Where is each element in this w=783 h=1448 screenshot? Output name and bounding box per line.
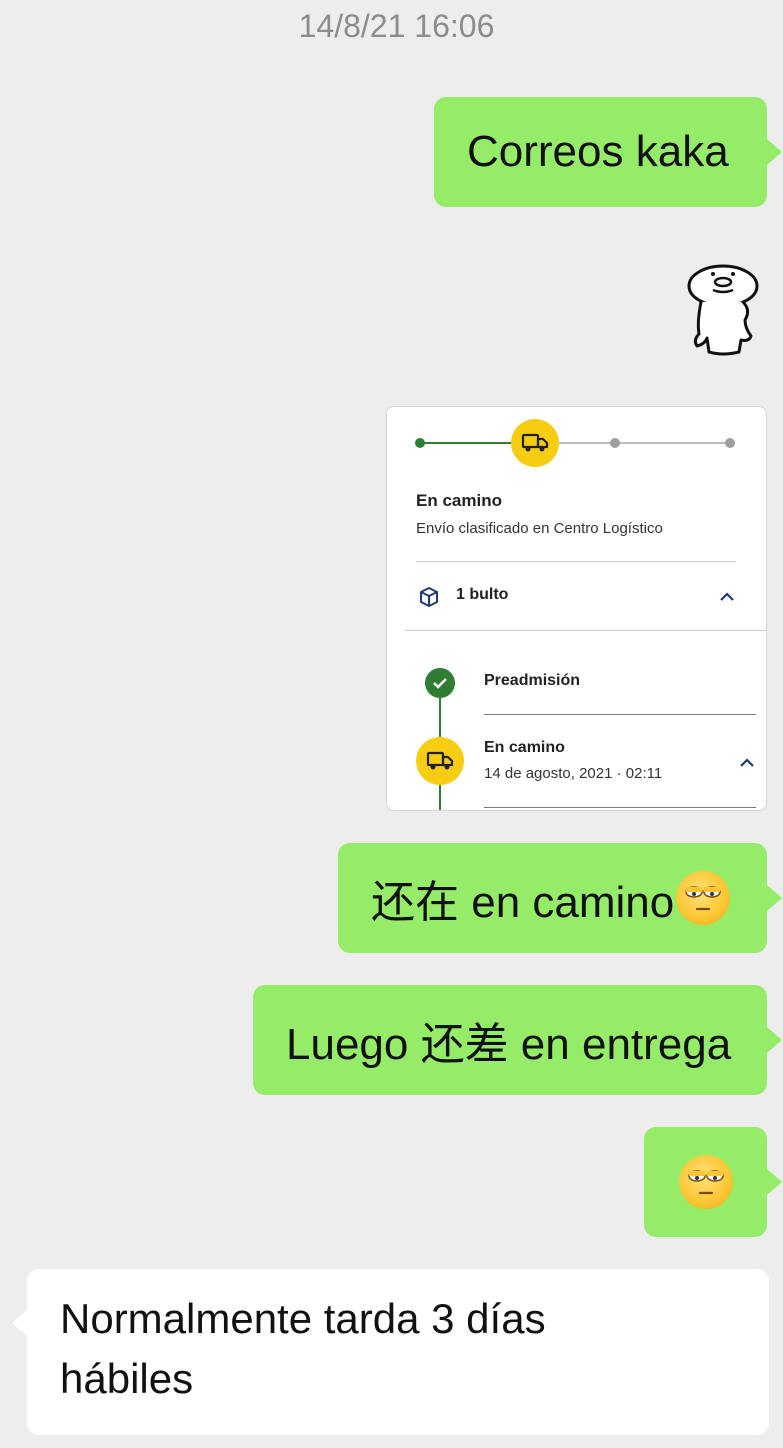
divider: [416, 561, 736, 562]
divider: [484, 714, 756, 715]
outgoing-message-bubble[interactable]: Correos kaka: [434, 97, 767, 207]
outgoing-message-bubble[interactable]: [644, 1127, 767, 1237]
status-title: En camino: [416, 491, 502, 510]
incoming-message-bubble[interactable]: Normalmente tarda 3 días hábiles: [27, 1269, 769, 1435]
progress-line-pending: [557, 442, 732, 444]
bubble-tail: [767, 139, 782, 165]
progress-dot-done: [415, 438, 425, 448]
timeline-step-label: En camino: [484, 739, 565, 756]
tracking-screenshot-image[interactable]: En camino Envío clasificado en Centro Lo…: [386, 406, 767, 811]
truck-icon: [416, 737, 464, 785]
divider: [405, 630, 766, 631]
message-text: Normalmente tarda 3 días hábiles: [60, 1295, 546, 1402]
bubble-tail: [12, 1310, 27, 1336]
sticker-character-icon[interactable]: [683, 262, 763, 358]
status-subtitle: Envío clasificado en Centro Logístico: [416, 520, 663, 537]
divider: [484, 807, 756, 808]
message-text: 还在 en camino: [371, 878, 675, 927]
truck-icon: [511, 419, 559, 467]
chevron-up-icon[interactable]: [738, 755, 756, 773]
bubble-tail: [767, 1027, 782, 1053]
eye-roll-emoji-icon: [676, 871, 731, 925]
progress-dot-pending: [725, 438, 735, 448]
eye-roll-emoji-icon: [678, 1155, 733, 1209]
outgoing-message-bubble[interactable]: Luego 还差 en entrega: [253, 985, 767, 1095]
message-timestamp: 14/8/21 16:06: [298, 8, 495, 44]
timeline-step-label: Preadmisión: [484, 672, 581, 689]
check-icon: [425, 668, 455, 698]
outgoing-message-bubble[interactable]: 还在 en camino: [338, 843, 767, 953]
progress-dot-pending: [610, 438, 620, 448]
timeline-step-date: 14 de agosto, 2021 · 02:11: [484, 765, 663, 782]
message-text: Luego 还差 en entrega: [286, 1020, 732, 1069]
package-count: 1 bulto: [456, 586, 509, 603]
message-text: Correos kaka: [467, 127, 729, 176]
bubble-tail: [767, 1169, 782, 1195]
bubble-tail: [767, 885, 782, 911]
package-icon: [418, 586, 440, 613]
chevron-up-icon[interactable]: [718, 589, 736, 607]
